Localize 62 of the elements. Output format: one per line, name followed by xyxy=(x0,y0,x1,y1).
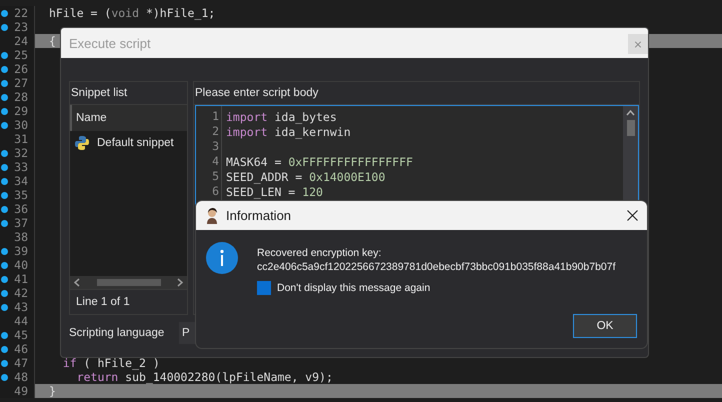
python-icon xyxy=(74,135,90,151)
line-number: 1 xyxy=(212,109,220,124)
ok-button[interactable]: OK xyxy=(573,314,637,338)
code-line: return sub_140002280(lpFileName, v9); xyxy=(76,370,333,384)
line-number: 28 xyxy=(14,90,28,104)
list-item[interactable]: Default snippet xyxy=(97,137,174,149)
line-number: 35 xyxy=(14,188,28,202)
line-number: 24 xyxy=(14,34,28,48)
message-text: Recovered encryption key: xyxy=(257,247,382,259)
line-number: 36 xyxy=(14,202,28,216)
line-number: 49 xyxy=(14,384,28,398)
line-number: 34 xyxy=(14,174,28,188)
window-title: Information xyxy=(226,208,292,223)
field-label: Scripting language xyxy=(69,327,166,339)
line-number: 3 xyxy=(212,139,220,154)
code-line: MASK64 = 0xFFFFFFFFFFFFFFFF xyxy=(226,154,413,168)
code-line: hFile = (void *)hFile_1; xyxy=(49,6,216,20)
info-icon xyxy=(206,242,238,274)
window-title: Execute script xyxy=(69,36,152,50)
checkbox-label[interactable]: Don't display this message again xyxy=(277,282,430,294)
line-number: 4 xyxy=(212,154,220,169)
code-line: } xyxy=(49,384,56,398)
person-icon xyxy=(204,206,220,224)
code-line: { xyxy=(49,34,56,48)
line-number: 44 xyxy=(14,314,28,328)
line-number: 38 xyxy=(14,230,28,244)
code-line: import ida_kernwin xyxy=(226,124,351,138)
line-number: 32 xyxy=(14,146,28,160)
line-number: 25 xyxy=(14,48,28,62)
code-line: SEED_ADDR = 0x14000E100 xyxy=(226,170,386,184)
line-number: 47 xyxy=(14,356,28,370)
line-number: 40 xyxy=(14,258,28,272)
line-number: 46 xyxy=(14,342,28,356)
close-icon xyxy=(626,210,638,221)
column-header[interactable]: Name xyxy=(70,105,187,131)
line-number: 26 xyxy=(14,62,28,76)
line-number: 29 xyxy=(14,104,28,118)
scrollbar-thumb[interactable] xyxy=(626,120,634,136)
line-number: 37 xyxy=(14,216,28,230)
code-line: SEED_LEN = 120 xyxy=(226,184,323,198)
checkbox[interactable] xyxy=(257,281,271,295)
scrollbar-thumb[interactable] xyxy=(96,279,160,286)
line-number: 5 xyxy=(212,169,220,184)
line-number: 43 xyxy=(14,300,28,314)
code-line: import ida_bytes xyxy=(226,110,337,124)
horizontal-scrollbar[interactable] xyxy=(70,276,187,289)
line-number: 41 xyxy=(14,272,28,286)
line-number: 45 xyxy=(14,328,28,342)
line-number: 22 xyxy=(14,6,28,20)
line-number: 33 xyxy=(14,160,28,174)
status-text: Line 1 of 1 xyxy=(70,289,187,314)
line-number: 39 xyxy=(14,244,28,258)
line-number: 48 xyxy=(14,370,28,384)
line-number: 42 xyxy=(14,286,28,300)
line-number: 30 xyxy=(14,118,28,132)
line-number: 31 xyxy=(14,132,28,146)
encryption-key: cc2e406c5a9cf1202256672389781d0ebecbf73bbc091b035f88a41b90b7b07f xyxy=(257,261,616,273)
line-number: 27 xyxy=(14,76,28,90)
code-line: if ( hFile_2 ) xyxy=(62,356,160,370)
line-number: 6 xyxy=(212,184,220,199)
line-number: 2 xyxy=(212,124,220,139)
line-number: 23 xyxy=(14,20,28,34)
